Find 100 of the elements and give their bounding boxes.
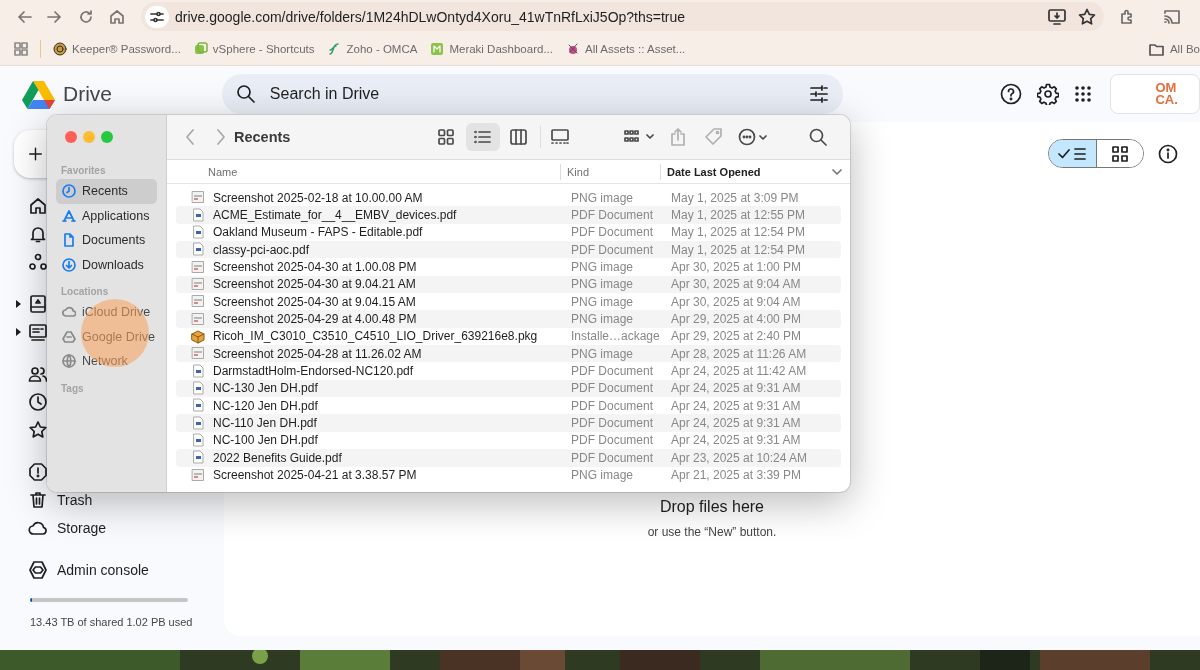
info-icon[interactable] bbox=[1158, 143, 1178, 164]
search-field[interactable]: Search in Drive bbox=[221, 74, 844, 114]
sidebar-item[interactable]: Network bbox=[56, 349, 157, 374]
empty-state-title: Drop files here bbox=[658, 498, 765, 516]
file-row[interactable]: Screenshot 2025-04-21 at 3.38.57 PM PNG image Apr 21, 2025 at 3:39 PM bbox=[176, 466, 841, 484]
file-kind: PDF Document bbox=[571, 208, 655, 222]
clock-icon[interactable] bbox=[28, 392, 48, 412]
star-icon[interactable] bbox=[28, 420, 48, 440]
file-row[interactable]: Oakland Museum - FAPS - Editable.pdf PDF Document May 1, 2025 at 12:54 PM bbox=[176, 223, 841, 242]
sidebar-item[interactable]: Downloads bbox=[56, 252, 157, 277]
bookmark[interactable]: Meraki Dashboard... bbox=[430, 42, 553, 56]
list-view-button[interactable] bbox=[1049, 140, 1096, 167]
file-kind: PNG image bbox=[571, 346, 635, 361]
file-date: Apr 30, 2025 at 1:00 PM bbox=[671, 260, 802, 275]
file-row[interactable]: Screenshot 2025-04-28 at 11.26.02 AM PNG image Apr 28, 2025 at 11:26 AM bbox=[176, 345, 841, 363]
forward-icon[interactable] bbox=[46, 8, 63, 25]
file-row[interactable]: Screenshot 2025-04-30 at 9.04.15 AM PNG image Apr 30, 2025 at 9:04 AM bbox=[176, 293, 841, 311]
file-name: Screenshot 2025-02-18 at 10.00.00 AM bbox=[213, 190, 424, 205]
settings-icon[interactable] bbox=[1037, 83, 1060, 105]
file-date: Apr 30, 2025 at 9:04 AM bbox=[671, 294, 801, 309]
file-name: Screenshot 2025-04-30 at 1.00.08 PM bbox=[213, 260, 418, 275]
bell-icon[interactable] bbox=[28, 224, 48, 244]
column-header[interactable]: Kind bbox=[560, 163, 660, 180]
share-icon bbox=[671, 128, 685, 146]
search-icon[interactable] bbox=[809, 128, 827, 146]
file-name: Screenshot 2025-04-30 at 9.04.15 AM bbox=[213, 294, 417, 309]
file-date: Apr 24, 2025 at 9:31 AM bbox=[671, 433, 801, 448]
new-button[interactable] bbox=[14, 130, 48, 178]
ellipsis-icon bbox=[738, 128, 768, 146]
file-kind: PDF Document bbox=[571, 242, 655, 257]
reload-icon[interactable] bbox=[77, 8, 94, 25]
bookmark[interactable]: vSphere - Shortcuts bbox=[193, 42, 315, 56]
apps-icon bbox=[62, 208, 76, 223]
search-icon[interactable] bbox=[235, 84, 256, 104]
view-mode-button[interactable] bbox=[466, 123, 500, 151]
apps-icon[interactable] bbox=[1074, 85, 1093, 103]
filter-icon[interactable] bbox=[809, 85, 830, 103]
bookmark-folder[interactable]: All Bo bbox=[1148, 42, 1200, 56]
file-row[interactable]: ACME_Estimate_for__4__EMBV_devices.pdf PDF Document May 1, 2025 at 12:55 PM bbox=[176, 206, 841, 224]
shared-icon[interactable] bbox=[28, 364, 48, 384]
bookmark[interactable]: Zoho - OMCA bbox=[327, 42, 418, 56]
view-toggle[interactable] bbox=[1048, 139, 1144, 168]
column-header[interactable]: Name bbox=[167, 163, 560, 180]
sidebar-item[interactable]: Documents bbox=[56, 228, 157, 253]
address-bar[interactable]: drive.google.com/drive/folders/1M24hDLwOntyd4Xoru_41wTnRfLxiJ5Op?ths=true bbox=[141, 2, 1104, 31]
nav-item[interactable]: Trash bbox=[57, 492, 93, 508]
home-icon[interactable] bbox=[28, 196, 48, 216]
computers-icon[interactable] bbox=[28, 322, 48, 342]
file-row[interactable]: Ricoh_IM_C3010_C3510_C4510_LIO_Driver_639216e8.pkg Installe…ackage Apr 29, 2025 at 2:40 PM bbox=[176, 327, 841, 346]
column-header[interactable]: Date Last Opened bbox=[660, 163, 850, 180]
file-row[interactable]: NC-130 Jen DH.pdf PDF Document Apr 24, 2025 at 9:31 AM bbox=[176, 379, 841, 398]
nav-item[interactable]: Storage bbox=[57, 520, 107, 536]
bookmark[interactable]: All Assets :: Asset... bbox=[565, 42, 686, 56]
list-view-icon bbox=[474, 129, 492, 145]
apps-grid-icon[interactable] bbox=[14, 42, 28, 56]
drive-logo-icon bbox=[22, 79, 55, 109]
install-icon[interactable] bbox=[1048, 8, 1066, 25]
file-row[interactable]: Screenshot 2025-04-29 at 4.00.48 PM PNG image Apr 29, 2025 at 4:00 PM bbox=[176, 310, 841, 328]
file-kind: PDF Document bbox=[571, 225, 655, 240]
document-icon bbox=[191, 415, 205, 431]
expand-caret-icon[interactable] bbox=[16, 300, 21, 308]
file-row[interactable]: NC-100 Jen DH.pdf PDF Document Apr 24, 2025 at 9:31 AM bbox=[176, 431, 841, 450]
file-name: 2022 Benefits Guide.pdf bbox=[213, 450, 343, 465]
spam-icon[interactable] bbox=[28, 462, 48, 482]
bookmark[interactable]: Keeper® Password... bbox=[53, 42, 181, 56]
site-info-icon[interactable] bbox=[150, 10, 164, 23]
help-icon[interactable] bbox=[1000, 83, 1023, 105]
trash-icon[interactable] bbox=[28, 490, 48, 510]
sidebar-item[interactable]: Applications bbox=[56, 203, 157, 228]
file-row[interactable]: classy-pci-aoc.pdf PDF Document May 1, 2025 at 12:54 PM bbox=[176, 241, 841, 259]
file-kind: PNG image bbox=[571, 312, 635, 327]
file-row[interactable]: Screenshot 2025-02-18 at 10.00.00 AM PNG image May 1, 2025 at 3:09 PM bbox=[176, 189, 841, 207]
grid-view-button[interactable] bbox=[1096, 140, 1143, 167]
clock-icon bbox=[62, 184, 76, 199]
globe-icon bbox=[62, 354, 76, 369]
drive-icon[interactable] bbox=[28, 294, 48, 314]
file-name: Screenshot 2025-04-28 at 11.26.02 AM bbox=[213, 346, 423, 361]
sidebar-item[interactable]: Recents bbox=[56, 179, 157, 204]
file-row[interactable]: NC-110 Jen DH.pdf PDF Document Apr 24, 2025 at 9:31 AM bbox=[176, 414, 841, 432]
people-icon[interactable] bbox=[28, 252, 48, 272]
file-date: Apr 24, 2025 at 9:31 AM bbox=[671, 416, 801, 431]
file-kind: PNG image bbox=[571, 294, 635, 309]
expand-caret-icon[interactable] bbox=[16, 328, 21, 336]
file-name: Screenshot 2025-04-30 at 9.04.21 AM bbox=[213, 277, 417, 292]
puzzle-icon[interactable] bbox=[1118, 8, 1135, 25]
image-icon bbox=[191, 311, 205, 327]
file-date: May 1, 2025 at 12:54 PM bbox=[671, 242, 806, 257]
star-icon[interactable] bbox=[1078, 8, 1096, 25]
file-row[interactable]: 2022 Benefits Guide.pdf PDF Document Apr 23, 2025 at 10:24 AM bbox=[176, 449, 841, 467]
file-row[interactable]: Screenshot 2025-04-30 at 9.04.21 AM PNG image Apr 30, 2025 at 9:04 AM bbox=[176, 275, 841, 294]
admin-icon[interactable] bbox=[28, 560, 48, 580]
cast-icon[interactable] bbox=[1162, 8, 1181, 25]
file-row[interactable]: Screenshot 2025-04-30 at 1.00.08 PM PNG image Apr 30, 2025 at 1:00 PM bbox=[176, 258, 841, 276]
gdrive-icon bbox=[62, 329, 76, 344]
app-name: Drive bbox=[63, 82, 112, 106]
file-row[interactable]: NC-120 Jen DH.pdf PDF Document Apr 24, 2025 at 9:31 AM bbox=[176, 397, 841, 415]
file-row[interactable]: DarmstadtHolm-Endorsed-NC120.pdf PDF Document Apr 24, 2025 at 11:42 AM bbox=[176, 362, 841, 380]
columns-view-icon bbox=[510, 129, 528, 145]
nav-item[interactable]: Admin console bbox=[57, 562, 149, 578]
back-icon[interactable] bbox=[15, 8, 32, 25]
